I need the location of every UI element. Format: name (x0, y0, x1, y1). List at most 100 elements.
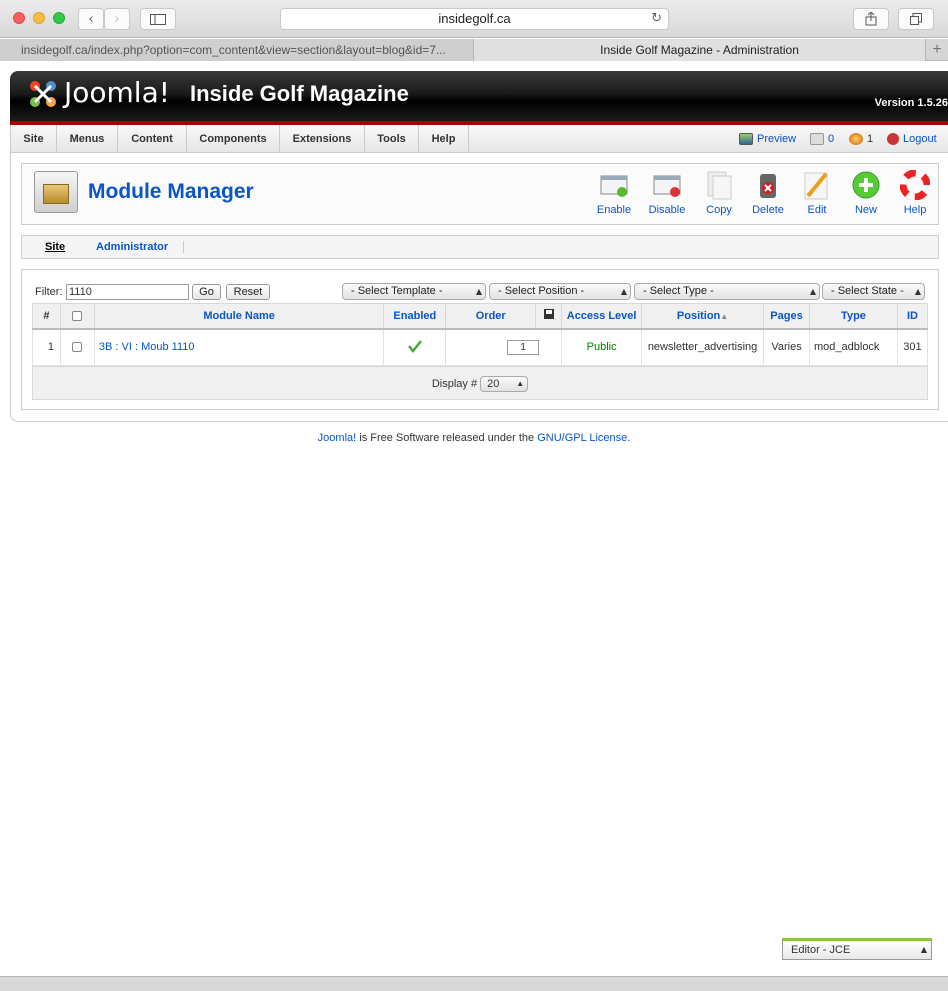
col-order[interactable]: Order (445, 303, 537, 330)
select-arrows-icon: ▲ (475, 287, 482, 296)
tabs-overview-button[interactable] (898, 8, 934, 30)
select-arrows-icon: ▲ (914, 287, 921, 296)
admin-menubar: Site Menus Content Components Extensions… (10, 125, 948, 153)
messages-count-label: 0 (828, 133, 835, 145)
preview-label: Preview (757, 133, 797, 145)
menu-components[interactable]: Components (187, 125, 280, 153)
select-position[interactable]: - Select Position - ▲ (489, 283, 631, 300)
select-template[interactable]: - Select Template - ▲ (342, 283, 486, 300)
modules-table: # Module Name Enabled Order Access Level… (32, 303, 929, 366)
license-link[interactable]: GNU/GPL License (537, 432, 627, 444)
share-button[interactable] (853, 8, 889, 30)
footer-text: is Free Software released under the (356, 432, 538, 444)
messages-icon (810, 133, 824, 145)
menu-content[interactable]: Content (118, 125, 187, 153)
tab-administration[interactable]: Inside Golf Magazine - Administration (474, 39, 925, 61)
col-select-all[interactable] (59, 303, 95, 330)
order-input[interactable]: 1 (507, 339, 540, 355)
checkmark-icon[interactable] (407, 339, 423, 353)
joomla-wordmark: Joomla! (64, 76, 170, 109)
page-title: Module Manager (88, 180, 254, 203)
display-count-select[interactable]: 20 ▲ (480, 376, 529, 393)
sidebar-toggle-button[interactable] (140, 8, 176, 30)
joomla-link[interactable]: Joomla! (318, 432, 357, 444)
browser-status-bar (0, 976, 948, 991)
disable-button[interactable]: Disable (644, 170, 690, 216)
table-row: 1 3B : VI : Moub 1110 1 Public newslette… (32, 328, 929, 366)
zoom-window-button[interactable] (53, 12, 65, 24)
chevron-right-icon: › (114, 11, 120, 27)
minimize-window-button[interactable] (33, 12, 45, 24)
new-button[interactable]: New (843, 170, 889, 216)
go-button[interactable]: Go (192, 284, 221, 300)
filter-input[interactable]: 1110 (66, 284, 189, 300)
version-label: Version 1.5.26 (874, 97, 948, 109)
menu-tools[interactable]: Tools (365, 125, 419, 153)
order-cell: 1 (445, 328, 563, 366)
help-button[interactable]: Help (892, 169, 938, 216)
tab-content[interactable]: insidegolf.ca/index.php?option=com_conte… (0, 39, 474, 61)
col-type[interactable]: Type (809, 303, 898, 330)
back-button[interactable]: ‹ (78, 8, 104, 30)
col-position[interactable]: Position▲ (641, 303, 765, 330)
pencil-icon (802, 170, 832, 200)
reload-icon[interactable]: ↻ (651, 9, 662, 29)
users-count-label: 1 (867, 133, 874, 145)
joomla-logo-icon (30, 81, 56, 107)
row-number: 1 (32, 328, 61, 366)
plus-icon (851, 170, 881, 200)
logout-link[interactable]: Logout (887, 125, 937, 153)
menu-site[interactable]: Site (11, 125, 57, 153)
select-arrows-icon: ▲ (920, 945, 927, 954)
save-order-icon (543, 309, 554, 320)
access-level-link[interactable]: Public (561, 328, 643, 366)
logout-icon (887, 133, 899, 145)
display-count-value: 20 (487, 378, 500, 391)
menu-menus[interactable]: Menus (57, 125, 118, 153)
enable-button[interactable]: Enable (591, 170, 637, 216)
col-save-order[interactable] (535, 303, 563, 330)
close-window-button[interactable] (13, 12, 25, 24)
tab-bar: insidegolf.ca/index.php?option=com_conte… (0, 39, 948, 61)
browser-titlebar: ‹ › insidegolf.ca ↻ (0, 0, 948, 38)
col-pages[interactable]: Pages (763, 303, 810, 330)
preview-link[interactable]: Preview (739, 125, 796, 153)
select-all-checkbox[interactable] (72, 310, 83, 321)
new-tab-button[interactable]: + (925, 39, 948, 61)
submenu-administrator[interactable]: Administrator (96, 236, 168, 258)
table-footer: Display # 20 ▲ (32, 366, 928, 400)
new-label: New (854, 204, 877, 216)
col-id[interactable]: ID (896, 303, 929, 330)
trash-icon (753, 170, 783, 200)
select-state[interactable]: - Select State - ▲ (822, 283, 925, 300)
select-type[interactable]: - Select Type - ▲ (634, 283, 820, 300)
edit-label: Edit (807, 204, 827, 216)
logout-label: Logout (903, 133, 937, 145)
menu-help[interactable]: Help (419, 125, 469, 153)
id-cell: 301 (896, 328, 929, 366)
col-number: # (32, 303, 61, 330)
module-name-link[interactable]: 3B : VI : Moub 1110 (93, 328, 385, 366)
delete-button[interactable]: Delete (745, 170, 791, 216)
users-icon (849, 133, 863, 145)
editor-select[interactable]: Editor - JCE ▲ (782, 938, 932, 960)
copy-icon (704, 170, 734, 200)
col-enabled[interactable]: Enabled (383, 303, 447, 330)
edit-button[interactable]: Edit (794, 170, 840, 216)
col-access-level[interactable]: Access Level (561, 303, 643, 330)
address-bar[interactable]: insidegolf.ca ↻ (280, 8, 669, 30)
submenu: Site Administrator (21, 235, 939, 259)
type-cell: mod_adblock (809, 328, 898, 366)
forward-button[interactable]: › (104, 8, 130, 30)
submenu-divider (183, 241, 184, 253)
copy-button[interactable]: Copy (696, 170, 742, 216)
tabs-icon (910, 13, 922, 25)
row-checkbox[interactable] (72, 342, 83, 353)
delete-label: Delete (752, 204, 784, 216)
submenu-site[interactable]: Site (45, 236, 65, 258)
menu-extensions[interactable]: Extensions (280, 125, 365, 153)
module-list-panel: Filter: 1110 Go Reset - Select Template … (21, 269, 939, 410)
col-module-name[interactable]: Module Name (93, 303, 385, 330)
messages-count[interactable]: 0 (810, 125, 834, 153)
reset-button[interactable]: Reset (226, 284, 270, 300)
